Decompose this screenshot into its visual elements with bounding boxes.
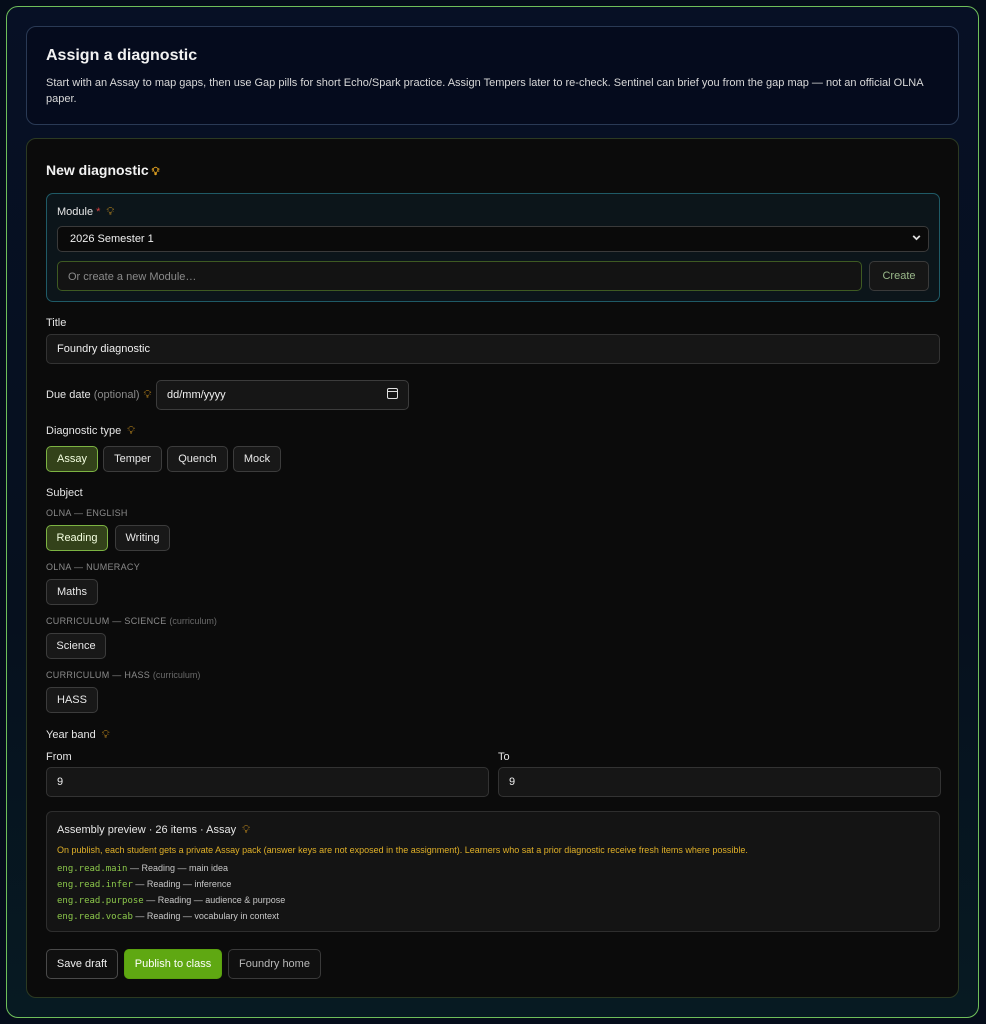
- preview-item: eng.read.infer — Reading — inference: [57, 879, 231, 890]
- year-band-label: Year band 💡︎: [46, 729, 110, 742]
- preview-notice: On publish, each student gets a private …: [57, 845, 748, 855]
- module-select[interactable]: 2026 Semester 1: [57, 226, 929, 252]
- form-title: New diagnostic: [46, 162, 149, 178]
- new-module-placeholder: Or create a new Module…: [68, 271, 197, 283]
- item-code: eng.read.infer: [57, 880, 133, 890]
- due-date-label-text: Due date: [46, 389, 91, 401]
- form-heading: New diagnostic 💡︎: [46, 162, 159, 179]
- year-band-label-text: Year band: [46, 729, 96, 741]
- assembly-preview: Assembly preview · 26 items · Assay 💡︎ O…: [46, 811, 940, 932]
- create-module-button[interactable]: Create: [869, 261, 929, 291]
- title-label: Title: [46, 317, 67, 329]
- optional-tag: (optional): [93, 389, 140, 401]
- year-to-label: To: [498, 751, 510, 763]
- item-desc: — Reading — audience & purpose: [146, 895, 286, 905]
- subject-label: Subject: [46, 487, 83, 499]
- preview-item: eng.read.main — Reading — main idea: [57, 863, 228, 874]
- subject-chip-hass[interactable]: HASS: [46, 687, 98, 713]
- hint-bulb-icon[interactable]: 💡︎: [106, 206, 114, 219]
- subject-chip-maths[interactable]: Maths: [46, 579, 98, 605]
- preview-item: eng.read.purpose — Reading — audience & …: [57, 895, 285, 906]
- item-desc: — Reading — inference: [135, 879, 232, 889]
- intro-card: Assign a diagnostic Start with an Assay …: [26, 26, 959, 125]
- year-from-value: 9: [57, 776, 64, 788]
- subject-group-caption: OLNA — NUMERACY: [46, 562, 140, 572]
- publish-button[interactable]: Publish to class: [124, 949, 222, 979]
- subject-chip-reading[interactable]: Reading: [46, 525, 108, 551]
- item-code: eng.read.main: [57, 864, 128, 874]
- diagnostic-type-label-text: Diagnostic type: [46, 425, 122, 437]
- group-caption-text: CURRICULUM — SCIENCE: [46, 616, 167, 626]
- foundry-home-button[interactable]: Foundry home: [228, 949, 321, 979]
- subject-chip-writing[interactable]: Writing: [115, 525, 170, 551]
- module-section: Module * 💡︎ 2026 Semester 1 Or create a …: [46, 193, 940, 302]
- group-caption-suffix: (curriculum): [169, 616, 217, 626]
- calendar-icon[interactable]: [387, 388, 398, 399]
- type-chip-assay[interactable]: Assay: [46, 446, 98, 472]
- hint-bulb-icon[interactable]: 💡︎: [102, 729, 110, 742]
- new-module-input[interactable]: Or create a new Module…: [57, 261, 862, 291]
- page-description: Start with an Assay to map gaps, then us…: [46, 77, 923, 105]
- group-caption-text: OLNA — NUMERACY: [46, 562, 141, 572]
- required-mark: *: [96, 206, 101, 218]
- preview-heading-text: Assembly preview · 26 items · Assay: [57, 824, 237, 836]
- item-code: eng.read.purpose: [57, 896, 144, 906]
- hint-bulb-icon[interactable]: 💡︎: [127, 425, 135, 438]
- page-title: Assign a diagnostic: [46, 47, 198, 64]
- chevron-down-icon: [912, 235, 921, 241]
- module-label-text: Module: [57, 206, 94, 218]
- type-chip-mock[interactable]: Mock: [233, 446, 281, 472]
- hint-bulb-icon[interactable]: 💡︎: [152, 166, 160, 179]
- due-date-placeholder: dd/mm/yyyy: [167, 389, 226, 401]
- title-input[interactable]: Foundry diagnostic: [46, 334, 940, 364]
- group-caption-suffix: (curriculum): [152, 670, 201, 680]
- new-diagnostic-card: New diagnostic 💡︎ Module * 💡︎ 2026 Semest…: [26, 138, 959, 998]
- subject-group-caption: CURRICULUM — SCIENCE (curriculum): [46, 616, 217, 626]
- title-value: Foundry diagnostic: [57, 343, 150, 355]
- hint-bulb-icon[interactable]: 💡︎: [144, 389, 152, 402]
- item-desc: — Reading — main idea: [129, 863, 229, 873]
- due-date-input[interactable]: dd/mm/yyyy: [156, 380, 409, 410]
- preview-heading: Assembly preview · 26 items · Assay 💡︎: [57, 824, 250, 837]
- due-date-label: Due date (optional) 💡︎: [46, 389, 151, 402]
- diagnostic-type-label: Diagnostic type 💡︎: [46, 425, 135, 438]
- year-to-value: 9: [509, 776, 516, 788]
- item-desc: — Reading — vocabulary in context: [135, 911, 279, 921]
- year-from-label: From: [46, 751, 72, 763]
- module-label: Module * 💡︎: [57, 206, 114, 219]
- subject-chip-science[interactable]: Science: [46, 633, 106, 659]
- module-selected-value: 2026 Semester 1: [70, 233, 154, 245]
- subject-group-caption: OLNA — ENGLISH: [46, 508, 128, 518]
- preview-item: eng.read.vocab — Reading — vocabulary in…: [57, 911, 279, 922]
- year-from-input[interactable]: 9: [46, 767, 489, 797]
- type-chip-quench[interactable]: Quench: [167, 446, 228, 472]
- group-caption-text: CURRICULUM — HASS: [46, 670, 151, 680]
- type-chip-temper[interactable]: Temper: [103, 446, 162, 472]
- group-caption-text: OLNA — ENGLISH: [46, 508, 128, 518]
- item-code: eng.read.vocab: [57, 912, 133, 922]
- hint-bulb-icon[interactable]: 💡︎: [242, 824, 250, 837]
- save-draft-button[interactable]: Save draft: [46, 949, 118, 979]
- subject-group-caption: CURRICULUM — HASS (curriculum): [46, 670, 200, 680]
- year-to-input[interactable]: 9: [498, 767, 941, 797]
